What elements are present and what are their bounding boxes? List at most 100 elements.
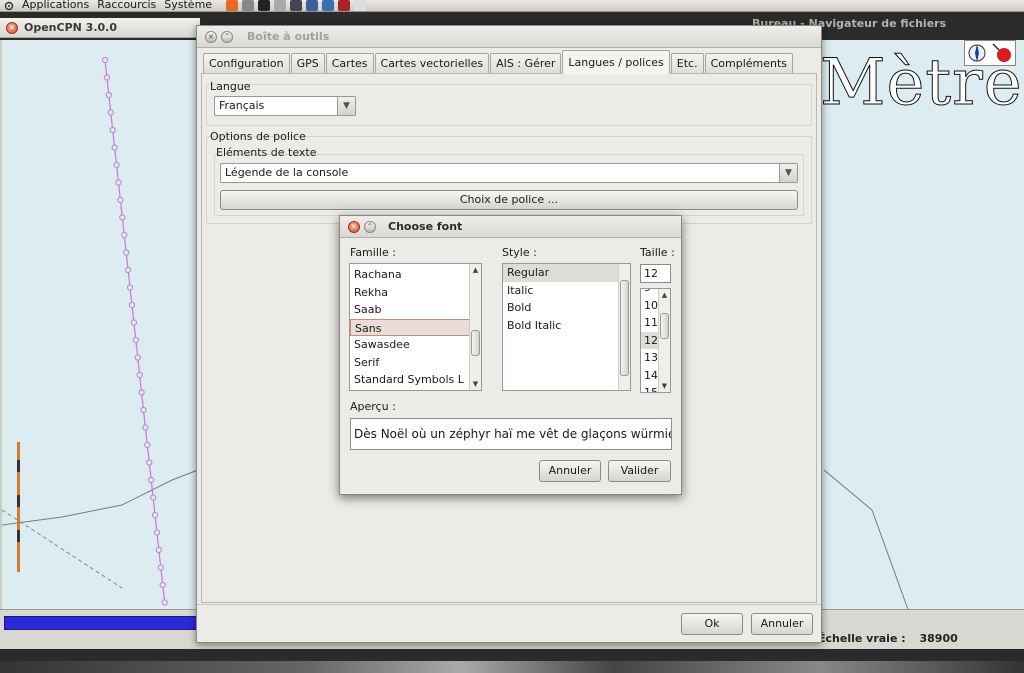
scale-readout: Échelle vraie : 38900 [818,632,958,645]
family-list[interactable]: Rachana Rekha Saab Sans Sawasdee Serif Standar… [349,263,482,391]
preview-label: Aperçu : [350,400,396,413]
progress-bar [4,616,200,630]
font-dialog-title: Choose font [388,220,463,233]
tab-cartes-vectorielles[interactable]: Cartes vectorielles [374,53,490,74]
route-waypoint [113,161,120,169]
font-ok-button[interactable]: Valider [608,460,671,482]
family-item[interactable]: Saab [350,301,481,319]
route-waypoint [125,266,132,274]
toolbox-title: Boîte à outils [247,30,330,43]
text-element-select[interactable]: Légende de la console ▼ [220,163,798,183]
style-scrollbar[interactable] [618,264,630,390]
scroll-thumb[interactable] [660,313,669,339]
tab-complements[interactable]: Compléments [704,53,794,74]
window-title: OpenCPN 3.0.0 [24,21,118,34]
route-waypoint [148,476,155,484]
calculator-icon[interactable] [242,0,255,11]
scroll-thumb[interactable] [471,330,480,356]
compass-icon [968,44,985,62]
choose-font-button[interactable]: Choix de police ... [220,190,798,210]
scroll-down-icon[interactable]: ▼ [659,382,670,390]
close-icon[interactable]: × [6,21,18,34]
route-waypoint [111,144,118,151]
route-waypoint [103,74,111,81]
text-element-value: Légende de la console [225,166,349,179]
family-scrollbar[interactable]: ▲ ▼ [469,264,481,390]
font-options-label: Options de police [210,130,306,143]
firefox-icon[interactable] [226,0,239,11]
style-item[interactable]: Bold Italic [503,317,630,335]
tab-gps[interactable]: GPS [290,53,325,74]
tab-ais[interactable]: AIS : Gérer [490,53,562,74]
language-label: Langue [210,80,251,93]
style-item[interactable]: Italic [503,282,630,300]
menu-systeme[interactable]: Système [164,0,212,10]
family-label: Famille : [350,246,396,259]
style-item[interactable]: Regular [503,264,630,282]
route-waypoint [150,494,157,501]
route-waypoint [109,126,116,134]
family-item[interactable]: Sawasdee [350,336,481,354]
route-waypoint [132,336,139,344]
route-waypoint [126,284,134,291]
route-waypoint [136,371,143,379]
close-icon[interactable]: × [348,220,360,233]
route-line [101,56,168,606]
preview-field[interactable]: Dès Noël où un zéphyr haï me vêt de glaç… [350,418,672,450]
menu-applications[interactable]: Applications [22,0,89,10]
tab-etc[interactable]: Etc. [670,53,704,74]
compass-widget[interactable] [964,40,1016,66]
scroll-up-icon[interactable]: ▲ [659,291,670,299]
tool-icon[interactable] [290,0,303,11]
chevron-down-icon: ▼ [337,97,355,115]
scale-label: Échelle vraie : [818,632,906,645]
family-item[interactable]: Serif [350,354,481,372]
route-waypoint [140,406,147,414]
family-item[interactable]: Rekha [350,284,481,302]
size-list[interactable]: 9101112131415 ▲ ▼ [640,288,671,393]
size-scrollbar[interactable]: ▲ ▼ [658,289,670,392]
tab-cartes[interactable]: Cartes [325,53,374,74]
menu-raccourcis[interactable]: Raccourcis [97,0,156,10]
size-input[interactable]: 12 [640,264,671,283]
route-waypoint [161,599,168,606]
font-dialog-titlebar: × ⌃ Choose font [340,216,681,238]
tab-configuration[interactable]: Configuration [203,53,290,74]
route-waypoint [144,441,151,449]
family-item[interactable]: Rachana [350,266,481,284]
family-item[interactable]: Sans [350,318,481,336]
tab-langues-polices[interactable]: Langues / polices [562,50,670,74]
close-icon[interactable]: × [205,30,217,43]
gnome-foot-icon[interactable] [4,1,14,11]
scale-value: 38900 [919,632,958,645]
text-elements-label: Eléments de texte [216,146,317,159]
style-label: Style : [502,246,537,259]
size-label: Taille : [640,246,675,259]
terminal-icon[interactable] [258,0,271,11]
minimize-icon[interactable]: ⌃ [364,220,376,233]
scroll-down-icon[interactable]: ▼ [470,380,481,388]
tab-bar: Configuration GPS Cartes Cartes vectorie… [203,50,794,74]
top-panel: Applications Raccourcis Système [0,0,1024,12]
minimize-icon[interactable]: ⌃ [221,30,233,43]
text-icon[interactable] [354,0,367,11]
style-list[interactable]: Regular Italic Bold Bold Italic [502,263,631,391]
app-icon[interactable] [338,0,351,11]
language-select[interactable]: Français ▼ [214,96,356,116]
toolbox-titlebar: × ⌃ Boîte à outils [197,26,821,48]
font-cancel-button[interactable]: Annuler [539,460,601,482]
route-waypoint [155,546,162,554]
network-icon[interactable] [322,0,335,11]
route-waypoint [151,511,159,519]
scroll-thumb[interactable] [620,280,629,376]
choose-font-dialog: × ⌃ Choose font Famille : Style : Taille… [339,215,682,495]
ok-button[interactable]: Ok [681,613,743,635]
cancel-button[interactable]: Annuler [751,613,813,635]
style-item[interactable]: Bold [503,299,630,317]
camera-icon[interactable] [274,0,287,11]
opencpn-titlebar: × OpenCPN 3.0.0 [0,18,200,38]
route-waypoint [146,459,153,466]
family-item[interactable]: Standard Symbols L [350,371,481,389]
editor-icon[interactable] [306,0,319,11]
scroll-up-icon[interactable]: ▲ [470,266,481,274]
